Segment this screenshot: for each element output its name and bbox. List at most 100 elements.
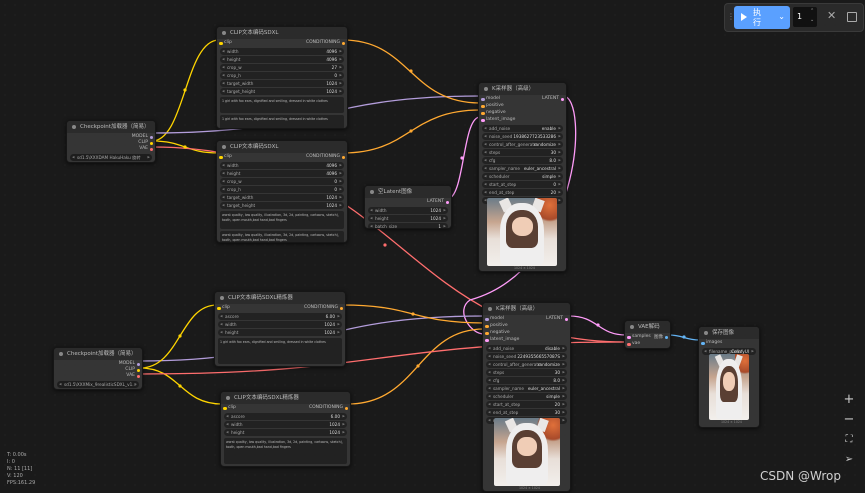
chevron-down-icon[interactable]: ⌄ xyxy=(778,12,785,21)
add-noise-widget[interactable]: add_noisedisable xyxy=(486,345,567,352)
clip-socket[interactable] xyxy=(223,406,227,410)
node-title[interactable]: VAE解码 xyxy=(625,321,670,333)
start-at-step-widget[interactable]: start_at_step0 xyxy=(482,181,563,188)
add-noise-widget[interactable]: add_noiseenable xyxy=(482,125,563,132)
control-after-generate-widget[interactable]: control_after_generaterandomize xyxy=(486,361,567,368)
node-title[interactable]: K采样器（高级） xyxy=(479,83,566,95)
ckpt-name-select[interactable]: sd1.5\XXXDAM HakuHaku 旋转 xyxy=(70,154,152,161)
vae-socket[interactable] xyxy=(149,147,153,151)
width-widget[interactable]: width1024 xyxy=(218,321,342,328)
ckpt-name-select[interactable]: sd1.5\XXXMix_9realisticSDXL_v1... xyxy=(57,381,139,388)
scheduler-widget[interactable]: schedulersimple xyxy=(482,173,563,180)
text-field[interactable]: 1 girl with fox ears, dignified and smil… xyxy=(218,338,342,364)
node-checkpoint-loader-2[interactable]: Checkpoint加载器（简易） MODEL CLIP VAE sd1.5\X… xyxy=(53,347,143,390)
node-title[interactable]: CLIP文本编码SDXL xyxy=(217,27,347,39)
node-clip-text-encode-sdxl-2[interactable]: CLIP文本编码SDXL clipCONDITIONING width4096 … xyxy=(216,140,348,243)
zoom-in-icon[interactable]: + xyxy=(838,390,860,410)
latent-socket[interactable] xyxy=(564,317,568,321)
crop-h-widget[interactable]: crop_h0 xyxy=(220,72,344,79)
clip-socket[interactable] xyxy=(219,155,223,159)
node-title[interactable]: CLIP文本编码SDXL精炼器 xyxy=(215,292,345,304)
node-title[interactable]: K采样器（高级） xyxy=(483,303,570,315)
text-g-field[interactable]: worst quality, low quality, illustration… xyxy=(220,211,344,229)
width-widget[interactable]: width1024 xyxy=(224,421,347,428)
images-socket[interactable] xyxy=(701,341,705,345)
crop-w-widget[interactable]: crop_w27 xyxy=(220,64,344,71)
conditioning-socket[interactable] xyxy=(344,406,348,410)
height-widget[interactable]: height1024 xyxy=(218,329,342,336)
vae-socket[interactable] xyxy=(136,374,140,378)
stepper-icon[interactable]: ⌃ ⌄ xyxy=(810,7,814,25)
node-title[interactable]: CLIP文本编码SDXL精炼器 xyxy=(221,392,350,404)
batch-size-widget[interactable]: batch_size1 xyxy=(368,223,448,228)
start-at-step-widget[interactable]: start_at_step20 xyxy=(486,401,567,408)
node-ksampler-advanced-2[interactable]: K采样器（高级） model LATENT positive negative l… xyxy=(482,302,571,492)
end-at-step-widget[interactable]: end_at_step30 xyxy=(486,409,567,416)
node-ksampler-advanced-1[interactable]: K采样器（高级） model LATENT positive negative l… xyxy=(478,82,567,272)
vae-socket[interactable] xyxy=(627,342,631,346)
target-height-widget[interactable]: target_height1024 xyxy=(220,202,344,209)
text-l-field[interactable]: 1 girl with fox ears, dignified and smil… xyxy=(220,115,344,128)
cfg-widget[interactable]: cfg8.0 xyxy=(482,157,563,164)
clip-socket[interactable] xyxy=(217,306,221,310)
stop-icon[interactable] xyxy=(847,12,857,22)
width-widget[interactable]: width4096 xyxy=(220,48,344,55)
clip-socket[interactable] xyxy=(219,41,223,45)
noise-seed-widget[interactable]: noise_seed224935566557087S xyxy=(486,353,567,360)
latent-socket[interactable] xyxy=(445,200,449,204)
noise-seed-widget[interactable]: noise_seed1938627723533286 xyxy=(482,133,563,140)
samples-socket[interactable] xyxy=(627,335,631,339)
positive-socket[interactable] xyxy=(481,104,485,108)
node-clip-text-encode-refiner-2[interactable]: CLIP文本编码SDXL精炼器 clipCONDITIONING ascore6… xyxy=(220,391,351,467)
height-widget[interactable]: height1024 xyxy=(368,215,448,222)
scheduler-widget[interactable]: schedulersimple xyxy=(486,393,567,400)
ascore-widget[interactable]: ascore6.00 xyxy=(218,313,342,320)
height-widget[interactable]: height4096 xyxy=(220,56,344,63)
target-width-widget[interactable]: target_width1024 xyxy=(220,194,344,201)
sampler-name-widget[interactable]: sampler_nameeuler_ancestral xyxy=(482,165,563,172)
positive-socket[interactable] xyxy=(485,324,489,328)
sampler-name-widget[interactable]: sampler_nameeuler_ancestral xyxy=(486,385,567,392)
latent-image-socket[interactable] xyxy=(481,118,485,122)
negative-socket[interactable] xyxy=(485,331,489,335)
run-button[interactable]: 执行 ⌄ xyxy=(734,6,790,29)
ascore-widget[interactable]: ascore6.00 xyxy=(224,413,347,420)
node-title[interactable]: 空Latent图像 xyxy=(365,186,451,198)
zoom-out-icon[interactable]: − xyxy=(838,410,860,430)
text-field[interactable]: worst quality, low quality, illustration… xyxy=(224,438,347,464)
cfg-widget[interactable]: cfg8.0 xyxy=(486,377,567,384)
node-clip-text-encode-sdxl-1[interactable]: CLIP文本编码SDXL clipCONDITIONING width4096 … xyxy=(216,26,348,129)
target-width-widget[interactable]: target_width1024 xyxy=(220,80,344,87)
model-socket[interactable] xyxy=(481,97,485,101)
latent-socket[interactable] xyxy=(560,97,564,101)
node-vae-decode[interactable]: VAE解码 samples 图像 vae xyxy=(624,320,671,349)
crop-w-widget[interactable]: crop_w0 xyxy=(220,178,344,185)
control-after-generate-widget[interactable]: control_after_generaterandomize xyxy=(482,141,563,148)
end-at-step-widget[interactable]: end_at_step20 xyxy=(482,189,563,196)
width-widget[interactable]: width4096 xyxy=(220,162,344,169)
text-l-field[interactable]: worst quality, low quality, illustration… xyxy=(220,231,344,242)
model-socket[interactable] xyxy=(485,317,489,321)
node-title[interactable]: CLIP文本编码SDXL xyxy=(217,141,347,153)
steps-widget[interactable]: steps30 xyxy=(486,369,567,376)
crop-h-widget[interactable]: crop_h0 xyxy=(220,186,344,193)
conditioning-socket[interactable] xyxy=(341,155,345,159)
node-empty-latent-image[interactable]: 空Latent图像 LATENT width1024 height1024 ba… xyxy=(364,185,452,229)
target-height-widget[interactable]: target_height1024 xyxy=(220,88,344,95)
width-widget[interactable]: width1024 xyxy=(368,207,448,214)
node-checkpoint-loader-1[interactable]: Checkpoint加载器（简易） MODEL CLIP VAE sd1.5\X… xyxy=(66,120,156,163)
close-icon[interactable]: ✕ xyxy=(827,9,836,22)
steps-widget[interactable]: steps30 xyxy=(482,149,563,156)
node-title[interactable]: Checkpoint加载器（简易） xyxy=(54,348,142,360)
latent-image-socket[interactable] xyxy=(485,338,489,342)
height-widget[interactable]: height1024 xyxy=(224,429,347,436)
node-save-image[interactable]: 保存图像 images filename_prefixComfyUI 1024 … xyxy=(698,326,760,428)
image-socket[interactable] xyxy=(664,335,668,339)
height-widget[interactable]: height4096 xyxy=(220,170,344,177)
node-title[interactable]: 保存图像 xyxy=(699,327,759,339)
text-g-field[interactable]: 1 girl with fox ears, dignified and smil… xyxy=(220,97,344,113)
fit-view-icon[interactable]: ⛶ xyxy=(838,430,860,450)
conditioning-socket[interactable] xyxy=(341,41,345,45)
node-title[interactable]: Checkpoint加载器（简易） xyxy=(67,121,155,133)
negative-socket[interactable] xyxy=(481,111,485,115)
